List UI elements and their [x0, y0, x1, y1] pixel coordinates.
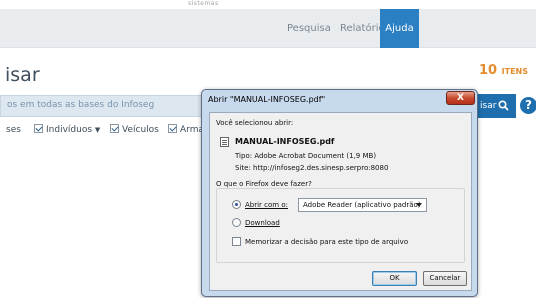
- filter-bases[interactable]: ses: [6, 124, 21, 138]
- download-radio[interactable]: [232, 218, 241, 227]
- open-with-radio[interactable]: [232, 200, 241, 209]
- chevron-down-icon: [416, 203, 422, 207]
- dialog-body: Você selecionou abrir: MANUAL-INFOSEG.pd…: [209, 112, 472, 291]
- search-button[interactable]: isar: [476, 94, 516, 118]
- pdf-file-icon: [220, 137, 229, 147]
- search-placeholder: os em todas as bases do Infoseg: [7, 100, 155, 110]
- filter-individuos-label: Indivíduos: [46, 125, 93, 135]
- download-label[interactable]: Download: [245, 219, 280, 227]
- items-count-value: 10: [479, 63, 498, 78]
- items-count-unit: ITENS: [501, 67, 528, 76]
- dialog-title: Abrir "MANUAL-INFOSEG.pdf": [208, 95, 326, 104]
- open-with-select[interactable]: Adobe Reader (aplicativo padrão): [298, 198, 427, 212]
- remember-label[interactable]: Memorizar a decisão para este tipo de ar…: [245, 238, 408, 246]
- filter-veiculos-label: Veículos: [122, 125, 159, 135]
- filter-veiculos[interactable]: Veículos: [110, 124, 159, 138]
- dialog-question: O que o Firefox deve fazer?: [216, 180, 312, 188]
- open-with-value: Adobe Reader (aplicativo padrão): [303, 201, 421, 209]
- nav-item-relatorio[interactable]: Relatório: [340, 9, 385, 48]
- open-with-label[interactable]: Abrir com o:: [245, 201, 288, 209]
- navbar: [0, 9, 536, 48]
- filter-individuos-checkbox[interactable]: [34, 124, 43, 133]
- filter-armas-checkbox[interactable]: [168, 124, 177, 133]
- file-name: MANUAL-INFOSEG.pdf: [235, 137, 335, 146]
- close-button[interactable]: X: [446, 91, 475, 105]
- dialog-titlebar[interactable]: Abrir "MANUAL-INFOSEG.pdf" X: [202, 90, 477, 112]
- download-dialog: Abrir "MANUAL-INFOSEG.pdf" X Você seleci…: [201, 89, 478, 297]
- items-count: 10 ITENS: [479, 63, 528, 78]
- file-type: Tipo: Adobe Acrobat Document (1,9 MB): [235, 152, 377, 160]
- remember-checkbox[interactable]: [232, 237, 241, 246]
- nav-item-ajuda[interactable]: Ajuda: [380, 9, 419, 48]
- page-title: isar: [5, 64, 40, 86]
- chevron-down-icon[interactable]: ▼: [95, 126, 100, 134]
- top-strip: sistemas: [0, 0, 536, 9]
- help-button[interactable]: ?: [520, 97, 536, 114]
- cancel-button[interactable]: Cancelar: [423, 271, 467, 286]
- search-icon: [498, 100, 509, 111]
- top-strip-text: sistemas: [188, 0, 219, 7]
- dialog-intro: Você selecionou abrir:: [216, 119, 294, 127]
- filter-bases-label: ses: [6, 125, 21, 135]
- ok-button[interactable]: OK: [372, 271, 417, 286]
- filter-individuos[interactable]: Indivíduos ▼: [34, 124, 100, 138]
- nav-item-pesquisa[interactable]: Pesquisa: [287, 9, 331, 48]
- filter-veiculos-checkbox[interactable]: [110, 124, 119, 133]
- file-site: Site: http://infoseg2.des.sinesp.serpro:…: [235, 164, 389, 172]
- search-button-label: isar: [480, 101, 497, 111]
